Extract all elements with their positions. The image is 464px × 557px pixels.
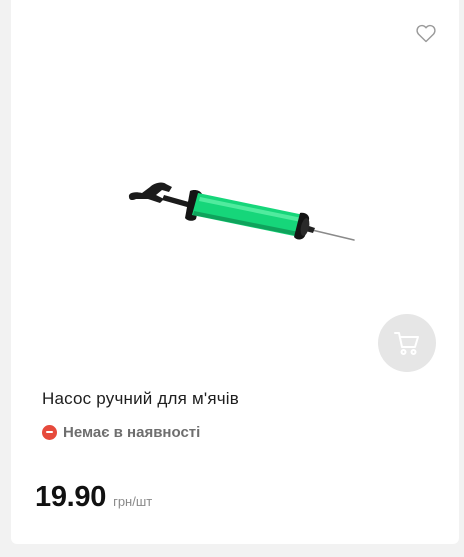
price-value: 19.90 — [35, 481, 107, 513]
price: 19.90 грн/шт — [35, 481, 152, 514]
availability-text: Немає в наявності — [63, 423, 201, 441]
wishlist-button[interactable] — [414, 21, 438, 45]
availability-status: Немає в наявності — [42, 423, 200, 441]
product-card[interactable]: Насос ручний для м'ячів Немає в наявност… — [11, 0, 459, 544]
product-image[interactable] — [124, 175, 356, 253]
shopping-cart-icon — [394, 332, 419, 355]
minus-circle-icon — [42, 424, 57, 440]
add-to-cart-button[interactable] — [378, 314, 436, 372]
product-name[interactable]: Насос ручний для м'ячів — [42, 389, 239, 409]
heart-outline-icon — [416, 24, 436, 43]
price-unit: грн/шт — [113, 494, 153, 509]
